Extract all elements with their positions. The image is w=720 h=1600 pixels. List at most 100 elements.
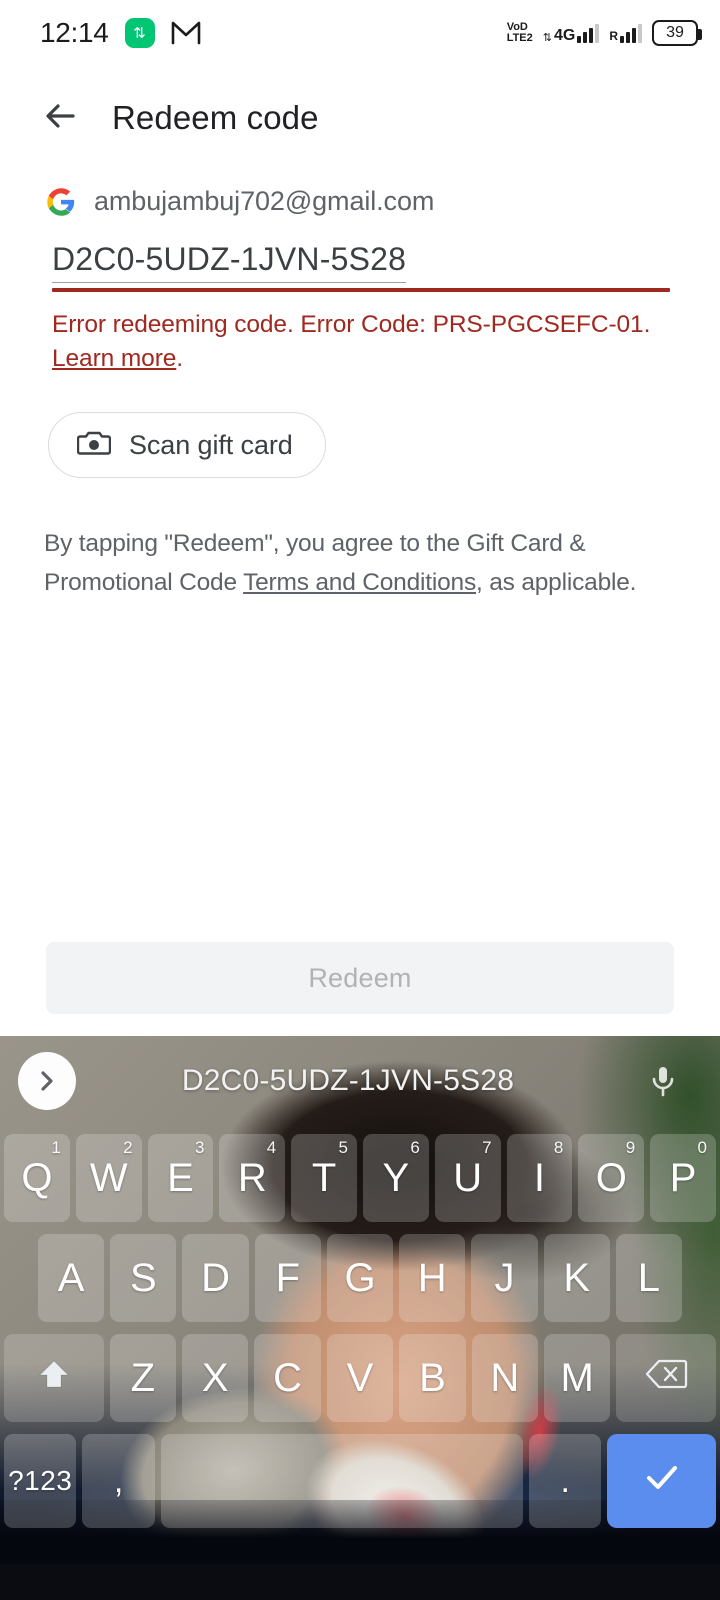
data-updown-icon: ⇅ [542, 32, 552, 44]
scan-gift-card-button[interactable]: Scan gift card [48, 412, 326, 478]
gmail-icon [171, 21, 201, 45]
status-bar-right: VoD LTE2 ⇅ 4G R 39 [507, 20, 702, 46]
shift-key[interactable] [3, 1334, 104, 1422]
key-i[interactable]: 8I [506, 1134, 573, 1222]
on-screen-keyboard: D2C0-5UDZ-1JVN-5S28 1Q 2W 3E 4R 5T 6Y 7U… [0, 1036, 720, 1564]
period-key[interactable]: . [528, 1434, 602, 1528]
error-message-text: Error redeeming code. Error Code: PRS-PG… [52, 311, 651, 338]
redeem-button[interactable]: Redeem [46, 942, 674, 1014]
back-button[interactable] [36, 94, 84, 142]
key-y-number: 6 [410, 1138, 420, 1157]
terms-and-conditions-link[interactable]: Terms and Conditions [243, 569, 476, 596]
arrow-left-icon [40, 96, 80, 141]
key-w-number: 2 [123, 1138, 133, 1157]
key-i-number: 8 [553, 1138, 564, 1157]
key-h[interactable]: H [399, 1234, 466, 1322]
key-w[interactable]: 2W [75, 1134, 142, 1222]
main-content: ambujambuj702@gmail.com D2C0-5UDZ-1JVN-5… [0, 186, 720, 602]
key-e-label: E [167, 1155, 194, 1200]
key-u-number: 7 [482, 1138, 492, 1157]
key-q-label: Q [21, 1155, 53, 1200]
key-e[interactable]: 3E [147, 1134, 214, 1222]
key-g[interactable]: G [326, 1234, 394, 1322]
error-trailing-period: . [176, 345, 184, 372]
key-k[interactable]: K [543, 1234, 610, 1322]
roaming-label: R [609, 29, 618, 43]
key-s[interactable]: S [110, 1234, 177, 1322]
account-email: ambujambuj702@gmail.com [94, 186, 435, 216]
network-type-label: 4G [553, 27, 576, 44]
symbols-key[interactable]: ?123 [4, 1434, 77, 1528]
key-y-label: Y [382, 1155, 410, 1200]
volte-icon: VoD LTE2 [507, 22, 533, 44]
terms-text-after: , as applicable. [476, 569, 637, 596]
key-x[interactable]: X [181, 1334, 249, 1422]
keyboard-row-4: ?123 , . [4, 1434, 716, 1528]
key-o[interactable]: 9O [578, 1134, 645, 1222]
key-q[interactable]: 1Q [4, 1134, 70, 1222]
backspace-key[interactable] [616, 1334, 717, 1422]
key-m[interactable]: M [544, 1334, 611, 1422]
sync-badge-icon: ⇅ [124, 18, 155, 48]
suggestion-word[interactable]: D2C0-5UDZ-1JVN-5S28 [56, 1064, 640, 1098]
key-p-label: P [669, 1155, 697, 1200]
learn-more-link[interactable]: Learn more [52, 345, 176, 372]
keyboard-key-rows: 1Q 2W 3E 4R 5T 6Y 7U 8I 9O 0P A S D F G … [0, 1128, 720, 1564]
code-input[interactable]: D2C0-5UDZ-1JVN-5S28 [52, 241, 407, 283]
keyboard-row-2: A S D F G H J K L [4, 1234, 716, 1322]
camera-icon [76, 429, 112, 462]
key-t-number: 5 [338, 1138, 348, 1157]
space-key[interactable] [160, 1434, 523, 1528]
google-g-icon [46, 187, 76, 217]
microphone-icon[interactable] [640, 1058, 686, 1104]
key-d[interactable]: D [182, 1234, 249, 1322]
key-f[interactable]: F [254, 1234, 321, 1322]
key-r-number: 4 [266, 1138, 277, 1157]
key-r-label: R [237, 1155, 267, 1200]
key-v[interactable]: V [326, 1334, 394, 1422]
scan-gift-card-label: Scan gift card [129, 429, 293, 460]
key-q-number: 1 [51, 1138, 61, 1157]
signal-sim1: ⇅ 4G [542, 23, 600, 44]
key-j[interactable]: J [471, 1234, 538, 1322]
enter-key[interactable] [607, 1434, 716, 1528]
keyboard-suggestion-bar: D2C0-5UDZ-1JVN-5S28 [0, 1036, 720, 1126]
key-b[interactable]: B [399, 1334, 466, 1422]
volte-line-2: LTE2 [506, 32, 533, 44]
signal-bars-sim2 [620, 23, 642, 43]
key-u[interactable]: 7U [434, 1134, 501, 1222]
key-l[interactable]: L [615, 1234, 682, 1322]
key-t[interactable]: 5T [291, 1134, 357, 1222]
key-i-label: I [533, 1155, 546, 1200]
system-navigation-bar [0, 1564, 720, 1600]
key-n[interactable]: N [471, 1334, 539, 1422]
account-row[interactable]: ambujambuj702@gmail.com [0, 186, 720, 217]
key-o-label: O [595, 1155, 627, 1200]
key-r[interactable]: 4R [219, 1134, 286, 1222]
status-clock: 12:14 [40, 17, 109, 48]
code-input-wrapper[interactable]: D2C0-5UDZ-1JVN-5S28 [0, 241, 720, 292]
status-bar: 12:14 ⇅ VoD LTE2 ⇅ 4G R 39 [0, 0, 720, 66]
comma-key[interactable]: , [82, 1434, 155, 1528]
key-a[interactable]: A [38, 1234, 105, 1322]
key-p[interactable]: 0P [650, 1134, 716, 1222]
battery-percent-label: 39 [666, 24, 684, 41]
key-o-number: 9 [625, 1138, 636, 1157]
checkmark-icon [642, 1459, 682, 1504]
keyboard-row-3: Z X C V B N M [3, 1334, 717, 1422]
page-title: Redeem code [112, 99, 319, 136]
key-t-label: T [311, 1155, 337, 1200]
code-input-error-underline [52, 288, 670, 292]
key-p-number: 0 [697, 1138, 707, 1157]
key-w-label: W [89, 1155, 128, 1200]
error-message-block: Error redeeming code. Error Code: PRS-PG… [0, 308, 720, 376]
battery-indicator: 39 [652, 20, 702, 46]
key-z[interactable]: Z [109, 1334, 176, 1422]
terms-text: By tapping "Redeem", you agree to the Gi… [0, 524, 720, 602]
key-e-number: 3 [194, 1138, 205, 1157]
key-u-label: U [453, 1155, 483, 1200]
key-y[interactable]: 6Y [363, 1134, 429, 1222]
app-bar: Redeem code [0, 80, 720, 156]
key-c[interactable]: C [254, 1334, 321, 1422]
keyboard-row-1: 1Q 2W 3E 4R 5T 6Y 7U 8I 9O 0P [4, 1134, 716, 1222]
